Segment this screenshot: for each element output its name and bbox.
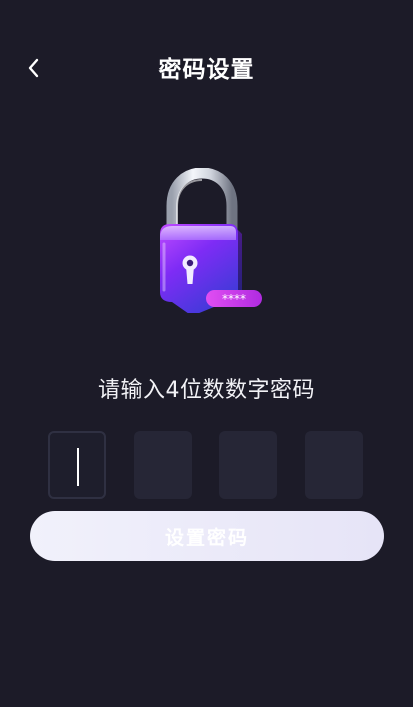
text-caret [77,448,79,486]
pin-input-row [0,431,413,501]
pin-digit-2[interactable] [134,431,192,499]
page-title: 密码设置 [158,57,255,83]
pin-digit-3[interactable] [219,431,277,499]
pin-prompt: 请输入4位数数字密码 [98,378,315,403]
lock-badge-text: **** [222,292,246,306]
header: 密码设置 [0,0,413,134]
lock-illustration: **** [150,167,268,316]
pin-digit-1[interactable] [48,431,106,499]
padlock-icon: **** [160,167,262,316]
pin-digit-4[interactable] [305,431,363,499]
set-password-button[interactable]: 设置密码 [30,511,384,561]
